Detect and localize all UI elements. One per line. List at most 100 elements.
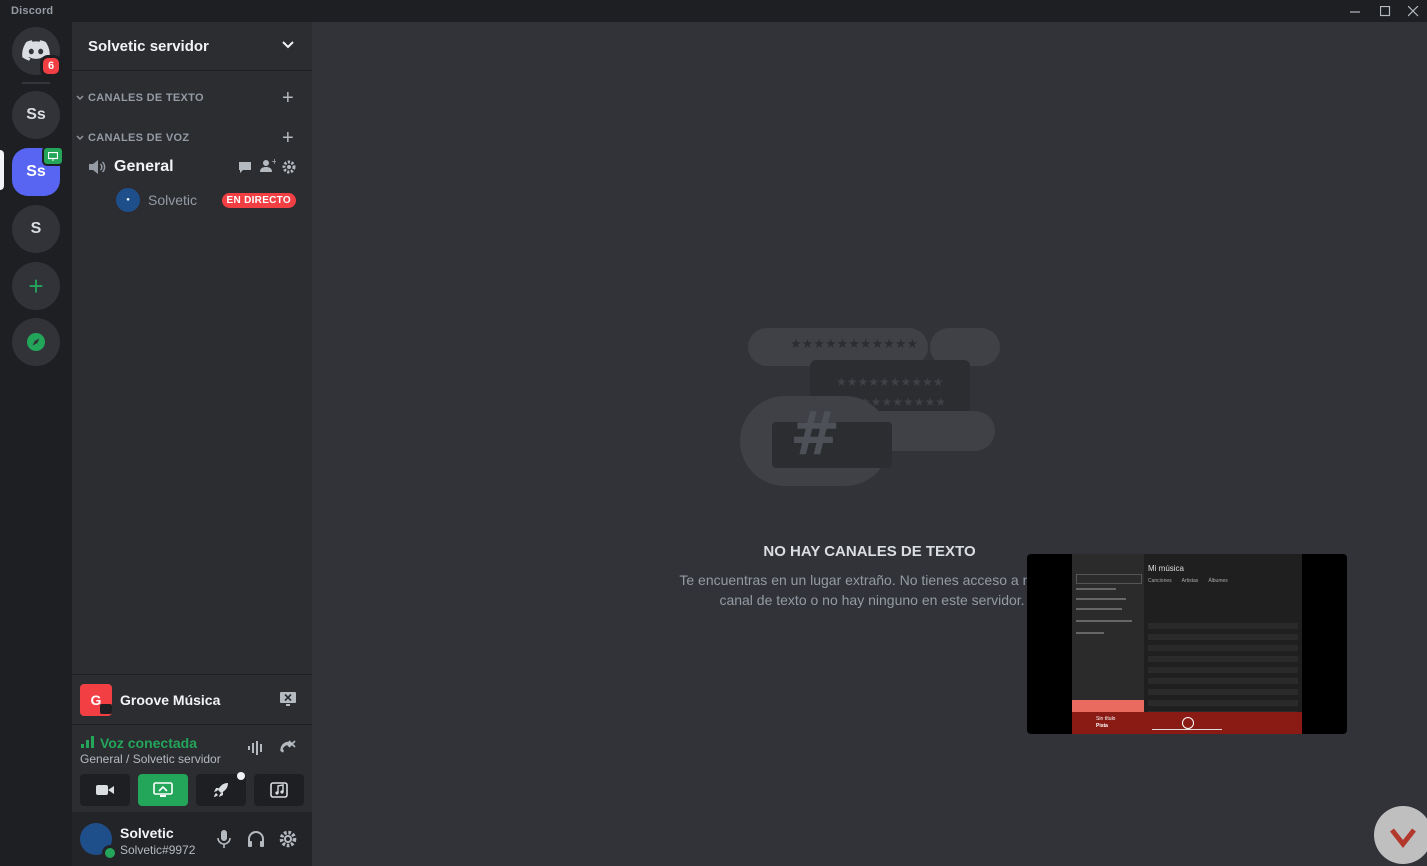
voice-channel-general[interactable]: General + [80, 154, 304, 180]
svg-text:★★★★★★★★★★★: ★★★★★★★★★★★ [790, 337, 918, 352]
watermark-logo [1374, 806, 1427, 864]
add-server-button[interactable]: + [12, 262, 60, 310]
empty-state-description: Te encuentras en un lugar extraño. No ti… [679, 572, 1065, 608]
stream-now-playing-title: Sin título [1096, 716, 1116, 722]
headphones-icon [248, 831, 264, 847]
stream-search-box [1076, 574, 1142, 584]
server-icon[interactable]: S [12, 205, 60, 253]
live-badge: EN DIRECTO [221, 193, 296, 208]
voice-status: Voz conectada [100, 735, 197, 751]
no-text-channels-illustration: ★★★★★★★★★★★ ★★★★★★★★★★ ★★★★★★★★ # [740, 328, 1000, 486]
notification-badge: 6 [40, 55, 62, 77]
speaker-icon [89, 160, 106, 174]
voice-connection-panel: Voz conectada General / Solvetic servido… [72, 724, 312, 813]
online-status-icon [102, 845, 118, 861]
solvetic-logo-icon [1390, 828, 1416, 849]
stream-app-sidebar [1072, 554, 1144, 734]
svg-text:#: # [790, 399, 840, 469]
stream-tabs: Canciones Artistas Álbumes [1148, 578, 1228, 584]
voice-user-solvetic[interactable]: ● Solvetic EN DIRECTO [116, 187, 296, 213]
stream-content: Mi música Canciones Artistas Álbumes Sin… [1072, 554, 1302, 734]
screen-share-icon [153, 782, 173, 797]
screen-share-button[interactable] [138, 774, 188, 806]
soundboard-icon [270, 782, 288, 798]
svg-text:★★★★★★★★★★: ★★★★★★★★★★ [836, 375, 944, 389]
svg-text:+: + [271, 159, 276, 166]
create-channel-icon[interactable]: + [282, 127, 294, 150]
chevron-down-icon [76, 95, 84, 100]
user-settings-button[interactable] [274, 825, 302, 853]
stream-song-list [1148, 618, 1298, 712]
voice-location[interactable]: General / Solvetic servidor [80, 752, 221, 766]
soundboard-button[interactable] [254, 774, 304, 806]
app-name: Discord [11, 5, 54, 17]
minimize-button[interactable] [1340, 0, 1370, 22]
channel-sidebar: Solvetic servidor CANALES DE TEXTO + CAN… [72, 22, 312, 866]
main-content: ★★★★★★★★★★★ ★★★★★★★★★★ ★★★★★★★★ # NO HAY… [312, 22, 1427, 866]
invite-icon[interactable]: + [260, 159, 276, 173]
stream-player-bar: Sin título Pista [1072, 712, 1302, 734]
disconnect-icon[interactable] [278, 739, 296, 757]
user-tag: Solvetic#9972 [120, 843, 196, 857]
home-button[interactable]: 6 [12, 27, 62, 77]
stream-tab: Canciones [1148, 578, 1172, 584]
close-icon [1407, 5, 1418, 16]
video-camera-icon [96, 785, 114, 795]
rocket-icon [214, 783, 228, 797]
activity-name: Groove Música [120, 692, 221, 708]
camera-button[interactable] [80, 774, 130, 806]
avatar: ● [116, 188, 140, 212]
active-server-indicator [0, 150, 4, 190]
stop-stream-icon[interactable] [279, 691, 297, 707]
rail-divider [22, 82, 50, 84]
stream-now-playing-artist: Pista [1096, 723, 1108, 729]
noise-suppression-icon[interactable] [247, 741, 265, 755]
microphone-icon [217, 830, 231, 848]
stream-play-icon [1182, 717, 1194, 729]
activity-panel: G Groove Música [72, 674, 312, 725]
chat-icon[interactable] [238, 161, 252, 173]
maximize-icon [1379, 5, 1390, 16]
title-bar: Discord [0, 0, 1427, 22]
voice-channel-name: General [114, 158, 174, 175]
camera-icon [100, 704, 112, 714]
minimize-icon [1349, 10, 1360, 13]
gear-icon [279, 830, 297, 848]
guild-name: Solvetic servidor [88, 37, 209, 55]
category-label: CANALES DE TEXTO [88, 92, 204, 104]
close-button[interactable] [1398, 0, 1427, 22]
gear-icon[interactable] [282, 160, 296, 174]
category-label: CANALES DE VOZ [88, 132, 190, 144]
activities-button[interactable] [196, 772, 246, 806]
plus-icon: + [28, 270, 44, 301]
category-text-channels[interactable]: CANALES DE TEXTO + [76, 87, 308, 110]
chevron-down-icon [76, 135, 84, 140]
new-indicator [237, 772, 245, 780]
signal-icon[interactable] [81, 736, 95, 748]
create-channel-icon[interactable]: + [282, 87, 294, 110]
voice-user-name: Solvetic [148, 192, 198, 208]
user-panel: Solvetic Solvetic#9972 [72, 812, 312, 866]
maximize-button[interactable] [1370, 0, 1400, 22]
stream-preview[interactable]: Mi música Canciones Artistas Álbumes Sin… [1027, 554, 1347, 734]
stream-tab: Álbumes [1208, 578, 1228, 584]
mute-button[interactable] [210, 825, 238, 853]
server-icon[interactable]: Ss [12, 91, 60, 139]
stream-tab: Artistas [1181, 578, 1199, 584]
user-name: Solvetic [120, 825, 174, 841]
deafen-button[interactable] [242, 825, 270, 853]
category-voice-channels[interactable]: CANALES DE VOZ + [76, 127, 308, 150]
guild-header[interactable]: Solvetic servidor [72, 22, 312, 71]
stream-app-title: Mi música [1148, 564, 1185, 573]
screen-share-icon [42, 146, 64, 166]
user-avatar[interactable] [80, 823, 118, 861]
avatar-logo-icon: ● [126, 197, 130, 203]
app-icon: G [80, 684, 112, 716]
compass-icon [27, 333, 45, 351]
server-rail: 6 Ss Ss S + [0, 22, 72, 866]
server-label: Ss [26, 163, 46, 180]
server-icon-active[interactable]: Ss [12, 146, 64, 196]
explore-servers-button[interactable] [12, 318, 60, 366]
stream-highlight [1072, 700, 1144, 712]
chevron-down-icon [282, 41, 294, 49]
